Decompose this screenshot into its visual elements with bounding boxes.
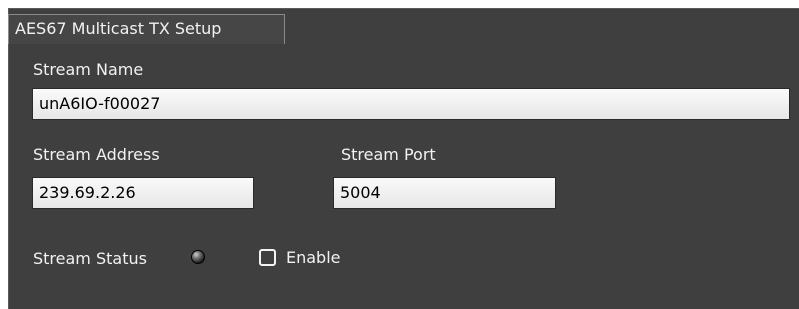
stream-status-label: Stream Status bbox=[33, 249, 147, 268]
tab-aes67-multicast-tx-setup[interactable]: AES67 Multicast TX Setup bbox=[8, 14, 285, 44]
stream-port-label: Stream Port bbox=[341, 145, 436, 164]
stream-name-label: Stream Name bbox=[33, 60, 144, 79]
stream-port-input[interactable]: 5004 bbox=[333, 177, 556, 209]
enable-label[interactable]: Enable bbox=[286, 248, 341, 267]
enable-checkbox[interactable] bbox=[259, 249, 276, 266]
stream-address-input[interactable]: 239.69.2.26 bbox=[32, 177, 254, 209]
stream-name-input[interactable]: unA6IO-f00027 bbox=[32, 88, 790, 120]
status-led-icon bbox=[191, 250, 205, 264]
window: AES67 Multicast TX Setup Stream Name unA… bbox=[0, 0, 799, 309]
stream-address-label: Stream Address bbox=[33, 145, 160, 164]
